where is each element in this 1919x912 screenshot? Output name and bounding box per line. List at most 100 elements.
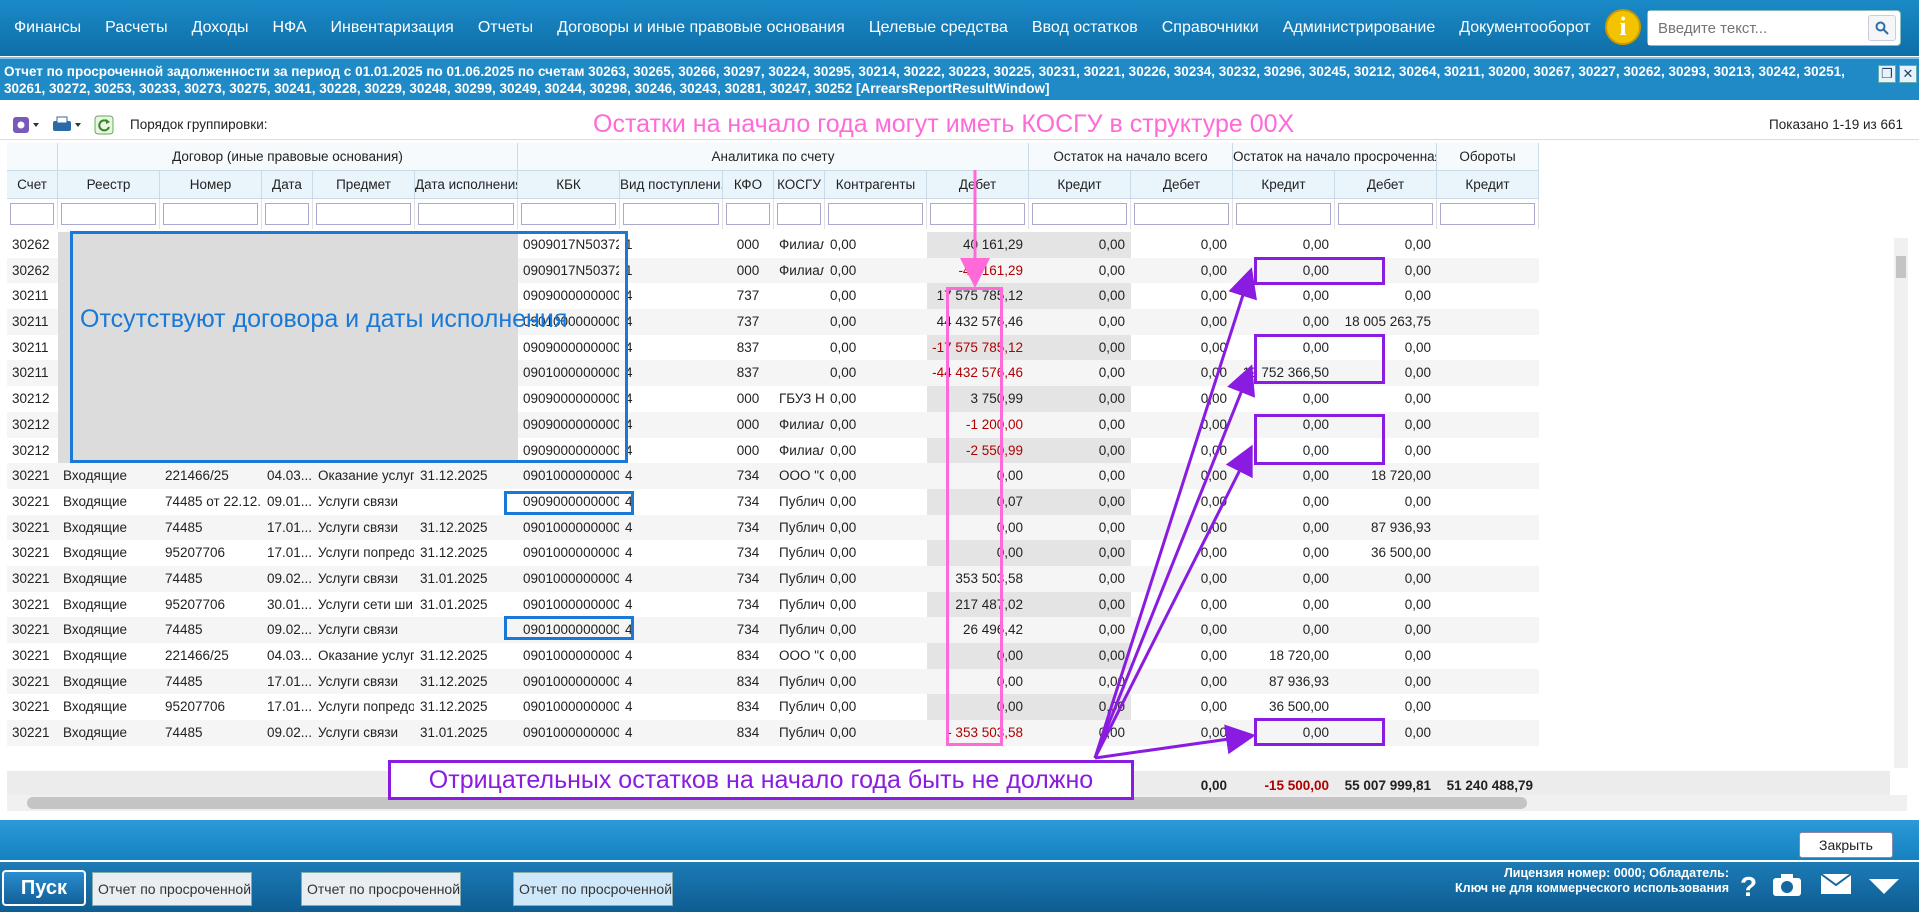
filter-input[interactable] xyxy=(1236,203,1331,225)
menu-item[interactable]: Ввод остатков xyxy=(1020,0,1150,56)
table-cell: 734 xyxy=(736,545,760,561)
table-cell: 30212 xyxy=(12,391,50,407)
settings-dropdown[interactable] xyxy=(12,115,40,135)
table-cell: 04.03.... xyxy=(267,468,313,484)
table-cell: Услуги попредо... xyxy=(318,545,415,561)
column-header[interactable]: Дата исполнения xyxy=(415,171,518,199)
menu-item[interactable]: Администрирование xyxy=(1271,0,1448,56)
filter-input[interactable] xyxy=(828,203,923,225)
column-header[interactable]: Дебет xyxy=(927,171,1029,199)
task-tab[interactable]: Отчет по просроченной задо... xyxy=(513,872,673,906)
filter-input[interactable] xyxy=(316,203,411,225)
filter-input[interactable] xyxy=(726,203,770,225)
menu-item[interactable]: Инвентаризация xyxy=(319,0,466,56)
table-cell: 0,00 xyxy=(1302,519,1329,535)
table-cell: 0,00 xyxy=(1200,442,1227,458)
filter-input[interactable] xyxy=(10,203,54,225)
table-cell: 18 005 263,75 xyxy=(1344,314,1431,330)
filter-cell xyxy=(1437,199,1539,229)
column-header[interactable]: Кредит xyxy=(1437,171,1539,199)
mail-icon[interactable] xyxy=(1820,872,1852,902)
table-cell xyxy=(1437,669,1539,695)
refresh-button[interactable] xyxy=(94,115,114,135)
column-header[interactable]: Дебет xyxy=(1131,171,1233,199)
menu-item[interactable]: Расчеты xyxy=(93,0,179,56)
table-cell: ООО "Сибирски... xyxy=(779,468,824,484)
window-titlebar: Отчет по просроченной задолженности за п… xyxy=(0,57,1919,100)
menu-item[interactable]: Доходы xyxy=(180,0,261,56)
table-row[interactable]: 30221 Входящие 74485 от 22.12.... 09.01....… xyxy=(7,488,1539,515)
column-header[interactable]: Счет xyxy=(7,171,58,199)
filter-input[interactable] xyxy=(1440,203,1535,225)
table-cell: Услуги попредо... xyxy=(318,699,415,715)
camera-icon[interactable] xyxy=(1772,872,1802,904)
table-cell: 30212 xyxy=(12,416,50,432)
menu-item[interactable]: НФА xyxy=(261,0,319,56)
table-row[interactable]: 30221 Входящие 95207706 17.01.... Услуги поп… xyxy=(7,540,1539,566)
filter-input[interactable] xyxy=(1032,203,1127,225)
search-button[interactable] xyxy=(1868,15,1896,41)
table-row[interactable]: 30221 Входящие 74485 09.02.... Услуги связи 0… xyxy=(7,617,1539,643)
column-header[interactable]: Номер xyxy=(160,171,262,199)
table-row[interactable]: 30221 Входящие 221466/25 04.03.... Оказание … xyxy=(7,463,1539,489)
column-header[interactable]: Кредит xyxy=(1029,171,1131,199)
column-header[interactable]: Реестр xyxy=(58,171,160,199)
filter-input[interactable] xyxy=(163,203,258,225)
column-header[interactable]: Контрагенты xyxy=(825,171,927,199)
table-cell: 4 xyxy=(625,519,633,535)
column-header[interactable]: Вид поступлени... xyxy=(620,171,723,199)
table-cell xyxy=(1437,720,1539,746)
menu-item[interactable]: Отчеты xyxy=(466,0,545,56)
search-input[interactable] xyxy=(1648,11,1858,45)
table-cell: 0,00 xyxy=(1302,288,1329,304)
filter-input[interactable] xyxy=(1134,203,1229,225)
column-header[interactable]: КБК xyxy=(518,171,620,199)
annotation-missing-text: Отсутствуют договора и даты исполнения xyxy=(80,305,568,333)
table-row[interactable]: 30221 Входящие 74485 17.01.... Услуги связи 3… xyxy=(7,514,1539,541)
filter-input[interactable] xyxy=(930,203,1025,225)
column-header[interactable]: Предмет xyxy=(313,171,415,199)
menu-item[interactable]: Финансы xyxy=(2,0,93,56)
table-row[interactable]: 30221 Входящие 95207706 30.01.... Услуги сет… xyxy=(7,591,1539,618)
filter-input[interactable] xyxy=(623,203,719,225)
grouping-label: Порядок группировки: xyxy=(130,117,268,132)
table-cell: Входящие xyxy=(63,596,128,612)
table-cell: ООО "Сибирски... xyxy=(779,648,824,663)
print-dropdown[interactable] xyxy=(52,115,82,135)
table-cell: 0,00 xyxy=(1098,314,1125,330)
start-button[interactable]: Пуск xyxy=(2,870,86,906)
column-header[interactable]: Кредит xyxy=(1233,171,1335,199)
column-header[interactable]: КФО xyxy=(723,171,774,199)
table-row[interactable]: 30221 Входящие 221466/25 04.03.... Оказание … xyxy=(7,643,1539,669)
task-tab[interactable]: Отчет по просроченной задо... xyxy=(92,872,252,906)
close-icon[interactable]: ✕ xyxy=(1899,65,1917,83)
table-cell xyxy=(774,283,825,309)
restore-icon[interactable]: ❐ xyxy=(1878,65,1896,83)
filter-cell xyxy=(415,199,518,229)
filter-input[interactable] xyxy=(265,203,309,225)
menu-item[interactable]: Документооборот xyxy=(1447,0,1602,56)
filter-input[interactable] xyxy=(61,203,156,225)
task-tab[interactable]: Отчет по просроченной задо... xyxy=(301,872,461,906)
annotation-negative-box xyxy=(1254,334,1385,384)
menu-item[interactable]: Справочники xyxy=(1150,0,1271,56)
filter-input[interactable] xyxy=(1338,203,1433,225)
table-cell: Публичное акц... xyxy=(779,545,825,561)
filter-input[interactable] xyxy=(418,203,514,225)
menu-item[interactable]: Целевые средства xyxy=(857,0,1020,56)
column-header[interactable]: Дата xyxy=(262,171,313,199)
column-header[interactable]: КОСГУ xyxy=(774,171,825,199)
filter-input[interactable] xyxy=(521,203,616,225)
chevron-down-icon[interactable] xyxy=(1868,872,1900,902)
table-row[interactable]: 30221 Входящие 74485 09.02.... Услуги связи 3… xyxy=(7,565,1539,592)
filter-cell xyxy=(262,199,313,229)
menu-item[interactable]: Договоры и иные правовые основания xyxy=(545,0,857,56)
info-icon[interactable]: i xyxy=(1605,9,1641,45)
filter-input[interactable] xyxy=(777,203,821,225)
table-row[interactable]: 30221 Входящие 74485 17.01.... Услуги связи 3… xyxy=(7,668,1539,695)
vertical-scrollbar[interactable] xyxy=(1894,238,1908,768)
close-button[interactable]: Закрыть xyxy=(1799,832,1893,858)
help-icon[interactable]: ? xyxy=(1740,872,1757,902)
table-row[interactable]: 30221 Входящие 95207706 17.01.... Услуги поп… xyxy=(7,694,1539,721)
column-header[interactable]: Дебет xyxy=(1335,171,1437,199)
